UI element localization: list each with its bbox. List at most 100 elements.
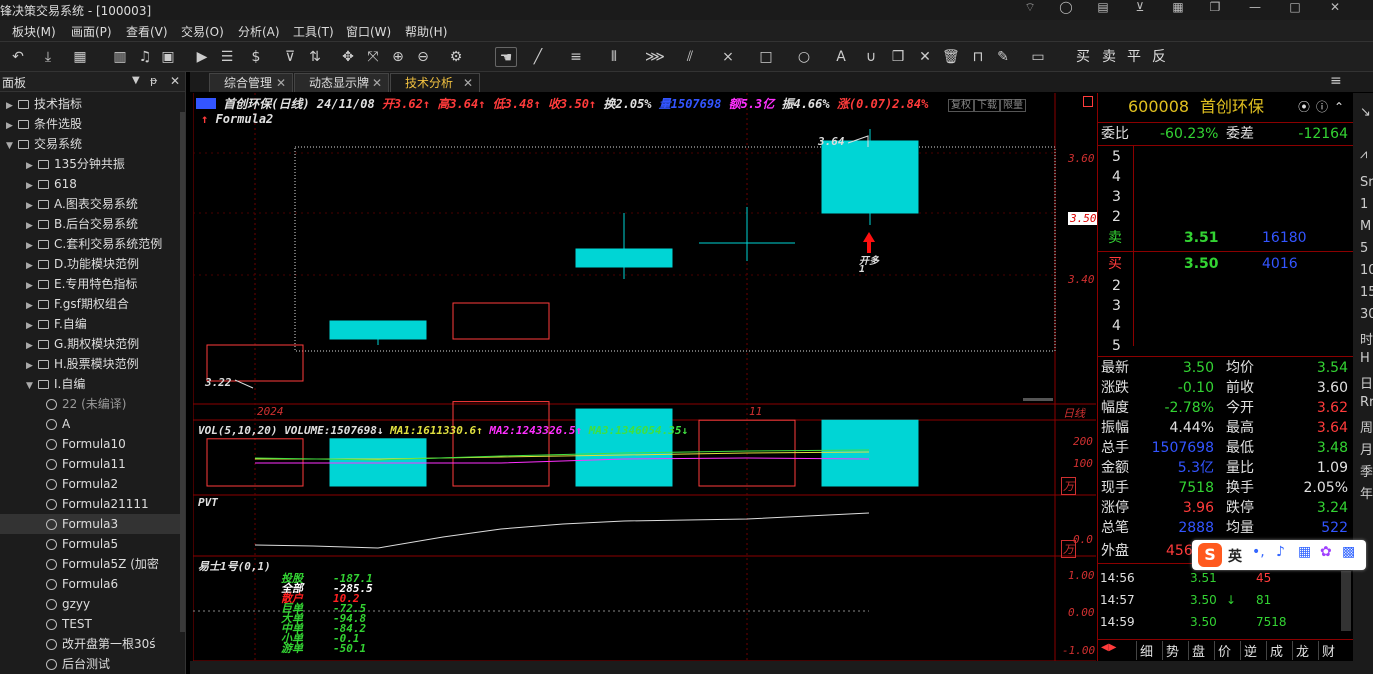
back-icon[interactable]: ↶ bbox=[10, 47, 26, 67]
tree-item[interactable]: ▶ D.功能模块范例 bbox=[0, 254, 180, 274]
magnet-icon[interactable]: ∪ bbox=[863, 47, 879, 67]
trash-icon[interactable]: 🗑 bbox=[942, 47, 960, 67]
chevron-right-icon[interactable]: ▶ bbox=[26, 196, 38, 216]
tree-item[interactable]: ▶ 618 bbox=[0, 174, 180, 194]
tree-item[interactable]: 22 (未编译) bbox=[0, 394, 180, 414]
tree-item[interactable]: A bbox=[0, 414, 180, 434]
adjust-button[interactable]: 复权 bbox=[948, 99, 974, 112]
grid-icon[interactable]: ▦ bbox=[72, 47, 88, 67]
lock-icon[interactable]: ⊓ bbox=[970, 47, 986, 67]
download-button[interactable]: 下载 bbox=[974, 99, 1000, 112]
period-switch-icon[interactable] bbox=[196, 98, 216, 109]
tree-item[interactable]: Formula3 bbox=[0, 514, 180, 534]
list-icon[interactable]: ☰ bbox=[219, 47, 235, 67]
punctuation-icon[interactable]: •, bbox=[1252, 544, 1265, 560]
line-tool-icon[interactable]: ╱ bbox=[530, 47, 546, 67]
save-icon[interactable]: ▭ bbox=[1030, 47, 1046, 67]
channel-tool-icon[interactable]: ⫽ bbox=[682, 47, 698, 67]
period-button[interactable]: 日 bbox=[1360, 373, 1373, 392]
zoom-out-icon[interactable]: ⊖ bbox=[415, 47, 431, 67]
tree-item[interactable]: Formula11 bbox=[0, 454, 180, 474]
chevron-down-icon[interactable]: ▼ bbox=[6, 136, 18, 156]
limit-button[interactable]: 限量 bbox=[1000, 99, 1026, 112]
tree-item[interactable]: Formula10 bbox=[0, 434, 180, 454]
chart-type-icon[interactable]: ⩘ bbox=[1360, 147, 1367, 162]
minimize-icon[interactable]: — bbox=[1245, 0, 1265, 14]
tree-item[interactable]: ▶ G.期权模块范例 bbox=[0, 334, 180, 354]
sell1-row[interactable]: 卖 3.51 16180 bbox=[1098, 228, 1354, 248]
gear-icon[interactable]: ⚙ bbox=[448, 47, 464, 67]
period-button[interactable]: 季 bbox=[1360, 461, 1373, 480]
period-button[interactable]: 周 bbox=[1360, 417, 1373, 436]
tree-item[interactable]: 改开盘第一根30ś bbox=[0, 634, 180, 654]
tree-item[interactable]: ▼ I.自编 bbox=[0, 374, 180, 394]
collapse-icon[interactable]: ⌃ bbox=[1334, 97, 1344, 117]
hand-icon[interactable]: ☚ bbox=[495, 47, 517, 67]
panel-close-icon[interactable]: ✕ bbox=[170, 74, 180, 88]
signal-icon[interactable]: ⌔ bbox=[1020, 0, 1040, 14]
period-button[interactable]: Sr bbox=[1360, 175, 1373, 190]
tree-item[interactable]: ▶ F.gsf期权组合 bbox=[0, 294, 180, 314]
rectangle-tool-icon[interactable]: □ bbox=[758, 47, 774, 67]
copy-icon[interactable]: ❐ bbox=[1205, 0, 1225, 14]
quote-tab[interactable]: 财 bbox=[1318, 641, 1335, 660]
calculator-icon[interactable]: ▦ bbox=[1168, 0, 1188, 14]
chevron-right-icon[interactable]: ▶ bbox=[26, 316, 38, 336]
period-button[interactable]: 30 bbox=[1360, 307, 1373, 322]
tree-item[interactable]: Formula21111 bbox=[0, 494, 180, 514]
menu-screen[interactable]: 画面(P) bbox=[71, 23, 112, 40]
tree-item[interactable]: ▶ E.专用特色指标 bbox=[0, 274, 180, 294]
tab-scroll-icon[interactable]: ◀▶ bbox=[1101, 642, 1116, 653]
period-button[interactable]: 15 bbox=[1360, 285, 1373, 300]
tree-item[interactable]: ▶ 条件选股 bbox=[0, 114, 180, 134]
tab-dynamic-board[interactable]: 动态显示牌 ✕ bbox=[294, 73, 389, 92]
chevron-right-icon[interactable]: ▶ bbox=[26, 256, 38, 276]
chevron-right-icon[interactable]: ▶ bbox=[26, 296, 38, 316]
tick-scrollbar[interactable] bbox=[1341, 571, 1351, 631]
tab-menu-icon[interactable]: ≡ bbox=[1330, 73, 1342, 89]
picture-icon[interactable]: ▣ bbox=[160, 47, 176, 67]
tree-item[interactable]: Formula2 bbox=[0, 474, 180, 494]
chart-canvas[interactable] bbox=[193, 93, 1096, 661]
play-icon[interactable]: ▶ bbox=[194, 47, 210, 67]
tab-technical-analysis[interactable]: 技术分析 ✕ bbox=[390, 73, 480, 92]
menu-help[interactable]: 帮助(H) bbox=[405, 23, 447, 40]
tree-item[interactable]: ▶ B.后台交易系统 bbox=[0, 214, 180, 234]
dollar-icon[interactable]: $ bbox=[248, 47, 264, 67]
sell-button[interactable]: 卖 bbox=[1101, 47, 1117, 67]
zoom-in-icon[interactable]: ⊕ bbox=[390, 47, 406, 67]
settings-circle-icon[interactable]: ⦿ bbox=[1298, 97, 1310, 117]
period-button[interactable]: 时 bbox=[1360, 329, 1373, 348]
tree-item[interactable]: TEST bbox=[0, 614, 180, 634]
chevron-right-icon[interactable]: ▶ bbox=[26, 176, 38, 196]
chevron-right-icon[interactable]: ▶ bbox=[6, 116, 18, 136]
chevron-right-icon[interactable]: ▶ bbox=[26, 276, 38, 296]
text-tool-icon[interactable]: A bbox=[833, 47, 849, 67]
chevron-right-icon[interactable]: ▶ bbox=[26, 336, 38, 356]
tree-item[interactable]: ▶ H.股票模块范例 bbox=[0, 354, 180, 374]
chevron-right-icon[interactable]: ▶ bbox=[26, 216, 38, 236]
ime-toolbar[interactable]: S 英 •, ♪ ▦ ✿ ▩ bbox=[1192, 540, 1366, 570]
tree-item[interactable]: ▶ 135分钟共振 bbox=[0, 154, 180, 174]
quote-tab[interactable]: 龙 bbox=[1292, 641, 1309, 660]
menu-analysis[interactable]: 分析(A) bbox=[238, 23, 280, 40]
tree-item[interactable]: gzyy bbox=[0, 594, 180, 614]
ime-lang[interactable]: 英 bbox=[1228, 546, 1242, 566]
menu-window[interactable]: 窗口(W) bbox=[346, 23, 391, 40]
quote-tab[interactable]: 细 bbox=[1136, 641, 1153, 660]
delete-x-icon[interactable]: ✕ bbox=[917, 47, 933, 67]
pin-icon[interactable]: ᵽ bbox=[150, 74, 157, 87]
reverse-button[interactable]: 反 bbox=[1151, 47, 1167, 67]
chevron-right-icon[interactable]: ▶ bbox=[26, 356, 38, 376]
tab-overview[interactable]: 综合管理 ✕ bbox=[209, 73, 293, 92]
bell-icon[interactable]: ♫ bbox=[137, 47, 153, 67]
chevron-down-icon[interactable]: ▼ bbox=[26, 376, 38, 396]
period-button[interactable]: 5 bbox=[1360, 241, 1368, 256]
fan-tool-icon[interactable]: ⋙ bbox=[645, 47, 665, 67]
period-button[interactable]: H bbox=[1360, 351, 1370, 366]
period-button[interactable]: Rr bbox=[1360, 395, 1373, 410]
microphone-icon[interactable]: ♪ bbox=[1276, 544, 1285, 560]
period-button[interactable]: 月 bbox=[1360, 439, 1373, 458]
quote-tab[interactable]: 价 bbox=[1214, 641, 1231, 660]
layers-icon[interactable]: ❒ bbox=[890, 47, 906, 67]
